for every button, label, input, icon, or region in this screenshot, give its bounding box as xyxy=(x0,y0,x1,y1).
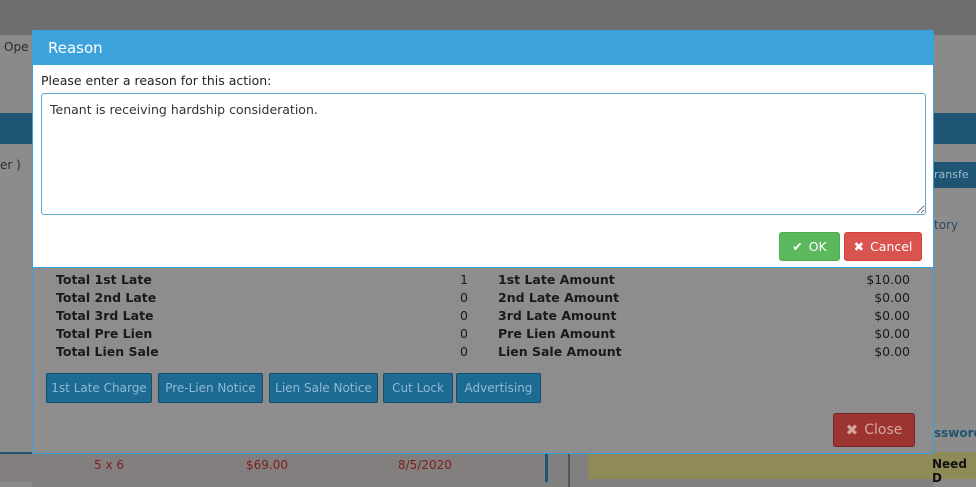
notice-banner xyxy=(588,452,976,479)
stat-amount: $0.00 xyxy=(874,344,910,359)
header-partial-text: Ope xyxy=(4,40,29,54)
stat-label: Total Lien Sale xyxy=(56,344,159,359)
stat-row: Total 1st Late 1 1st Late Amount $10.00 xyxy=(56,272,916,290)
transfer-button[interactable]: ransfe xyxy=(930,162,976,188)
stat-count: 1 xyxy=(460,272,468,287)
stat-amount: $10.00 xyxy=(866,272,910,287)
stat-label: Total 1st Late xyxy=(56,272,152,287)
unit-date-cell: 8/5/2020 xyxy=(398,458,452,472)
stat-count: 0 xyxy=(460,326,468,341)
stat-row: Total 2nd Late 0 2nd Late Amount $0.00 xyxy=(56,290,916,308)
stat-amount: $0.00 xyxy=(874,290,910,305)
stat-label: Total 2nd Late xyxy=(56,290,157,305)
unit-size-cell: 5 x 6 xyxy=(94,458,124,472)
cut-lock-button[interactable]: Cut Lock xyxy=(383,373,453,403)
unit-price-cell: $69.00 xyxy=(246,458,288,472)
stat-row: Total 3rd Late 0 3rd Late Amount $0.00 xyxy=(56,308,916,326)
close-icon: ✖ xyxy=(845,421,859,439)
check-icon: ✔ xyxy=(792,239,803,254)
cancel-label: Cancel xyxy=(870,239,913,254)
stat-count: 0 xyxy=(460,290,468,305)
first-late-charge-button[interactable]: 1st Late Charge xyxy=(46,373,152,403)
password-link[interactable]: ssword xyxy=(934,426,976,440)
left-panel xyxy=(0,144,32,487)
stat-label: Total Pre Lien xyxy=(56,326,153,341)
lien-sale-notice-button[interactable]: Lien Sale Notice xyxy=(269,373,378,403)
stat-row: Total Lien Sale 0 Lien Sale Amount $0.00 xyxy=(56,344,916,362)
dialog-prompt: Please enter a reason for this action: xyxy=(41,73,272,88)
stat-amount-label: Lien Sale Amount xyxy=(498,344,622,359)
divider xyxy=(568,452,570,487)
stat-label: Total 3rd Late xyxy=(56,308,154,323)
stat-amount: $0.00 xyxy=(874,308,910,323)
reason-textarea[interactable] xyxy=(41,93,926,215)
stat-count: 0 xyxy=(460,344,468,359)
dialog-title: Reason xyxy=(33,31,933,65)
close-label: Close xyxy=(864,422,903,438)
pre-lien-notice-button[interactable]: Pre-Lien Notice xyxy=(158,373,263,403)
history-link[interactable]: tory xyxy=(934,218,958,232)
close-button[interactable]: ✖ Close xyxy=(833,413,915,447)
close-icon: ✖ xyxy=(853,239,865,254)
stat-amount-label: Pre Lien Amount xyxy=(498,326,616,341)
stat-amount-label: 1st Late Amount xyxy=(498,272,615,287)
stat-count: 0 xyxy=(460,308,468,323)
stat-amount: $0.00 xyxy=(874,326,910,341)
left-partial-text: er ) xyxy=(0,158,21,172)
cancel-button[interactable]: ✖ Cancel xyxy=(844,232,922,261)
need-label: Need D xyxy=(932,457,967,485)
reason-dialog: Reason Please enter a reason for this ac… xyxy=(32,30,934,268)
stat-amount-label: 2nd Late Amount xyxy=(498,290,620,305)
stat-amount-label: 3rd Late Amount xyxy=(498,308,617,323)
ok-button[interactable]: ✔ OK xyxy=(779,232,840,261)
stat-row: Total Pre Lien 0 Pre Lien Amount $0.00 xyxy=(56,326,916,344)
ok-label: OK xyxy=(808,239,827,254)
advertising-button[interactable]: Advertising xyxy=(456,373,541,403)
